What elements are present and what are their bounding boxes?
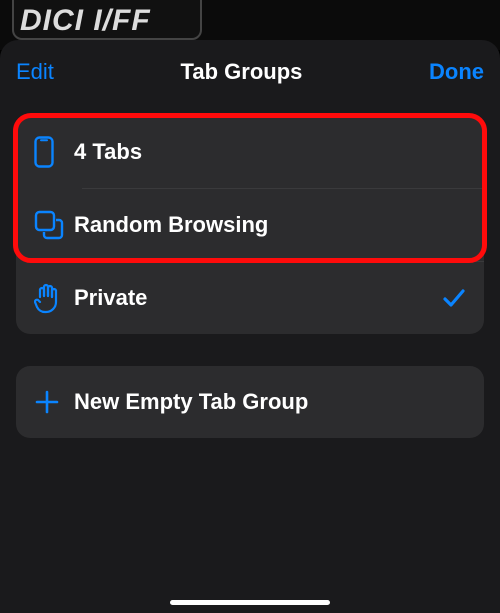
tab-groups-list: 4 Tabs Random Browsing P [16, 116, 484, 334]
tab-group-row-random-browsing[interactable]: Random Browsing [16, 189, 484, 261]
background-tab-text: DICI I/FF [14, 0, 200, 38]
home-indicator[interactable] [170, 600, 330, 605]
tab-group-label: Random Browsing [74, 212, 466, 238]
square-on-square-icon [34, 210, 74, 240]
tab-group-row-private[interactable]: Private [16, 262, 484, 334]
new-group-label: New Empty Tab Group [74, 389, 466, 415]
tab-groups-sheet: Edit Tab Groups Done 4 Tabs Random Br [0, 40, 500, 613]
plus-icon [34, 389, 74, 415]
done-button[interactable]: Done [429, 59, 484, 85]
tab-group-label: Private [74, 285, 442, 311]
sheet-header: Edit Tab Groups Done [16, 40, 484, 104]
iphone-icon [34, 136, 74, 168]
tab-group-row-all-tabs[interactable]: 4 Tabs [16, 116, 484, 188]
edit-button[interactable]: Edit [16, 59, 54, 85]
checkmark-icon [442, 286, 466, 310]
tab-group-label: 4 Tabs [74, 139, 466, 165]
new-group-section: New Empty Tab Group [16, 366, 484, 438]
new-empty-tab-group-button[interactable]: New Empty Tab Group [16, 366, 484, 438]
sheet-title: Tab Groups [181, 59, 303, 85]
background-tab-preview: DICI I/FF [12, 0, 202, 40]
hand-raised-icon [34, 282, 74, 314]
